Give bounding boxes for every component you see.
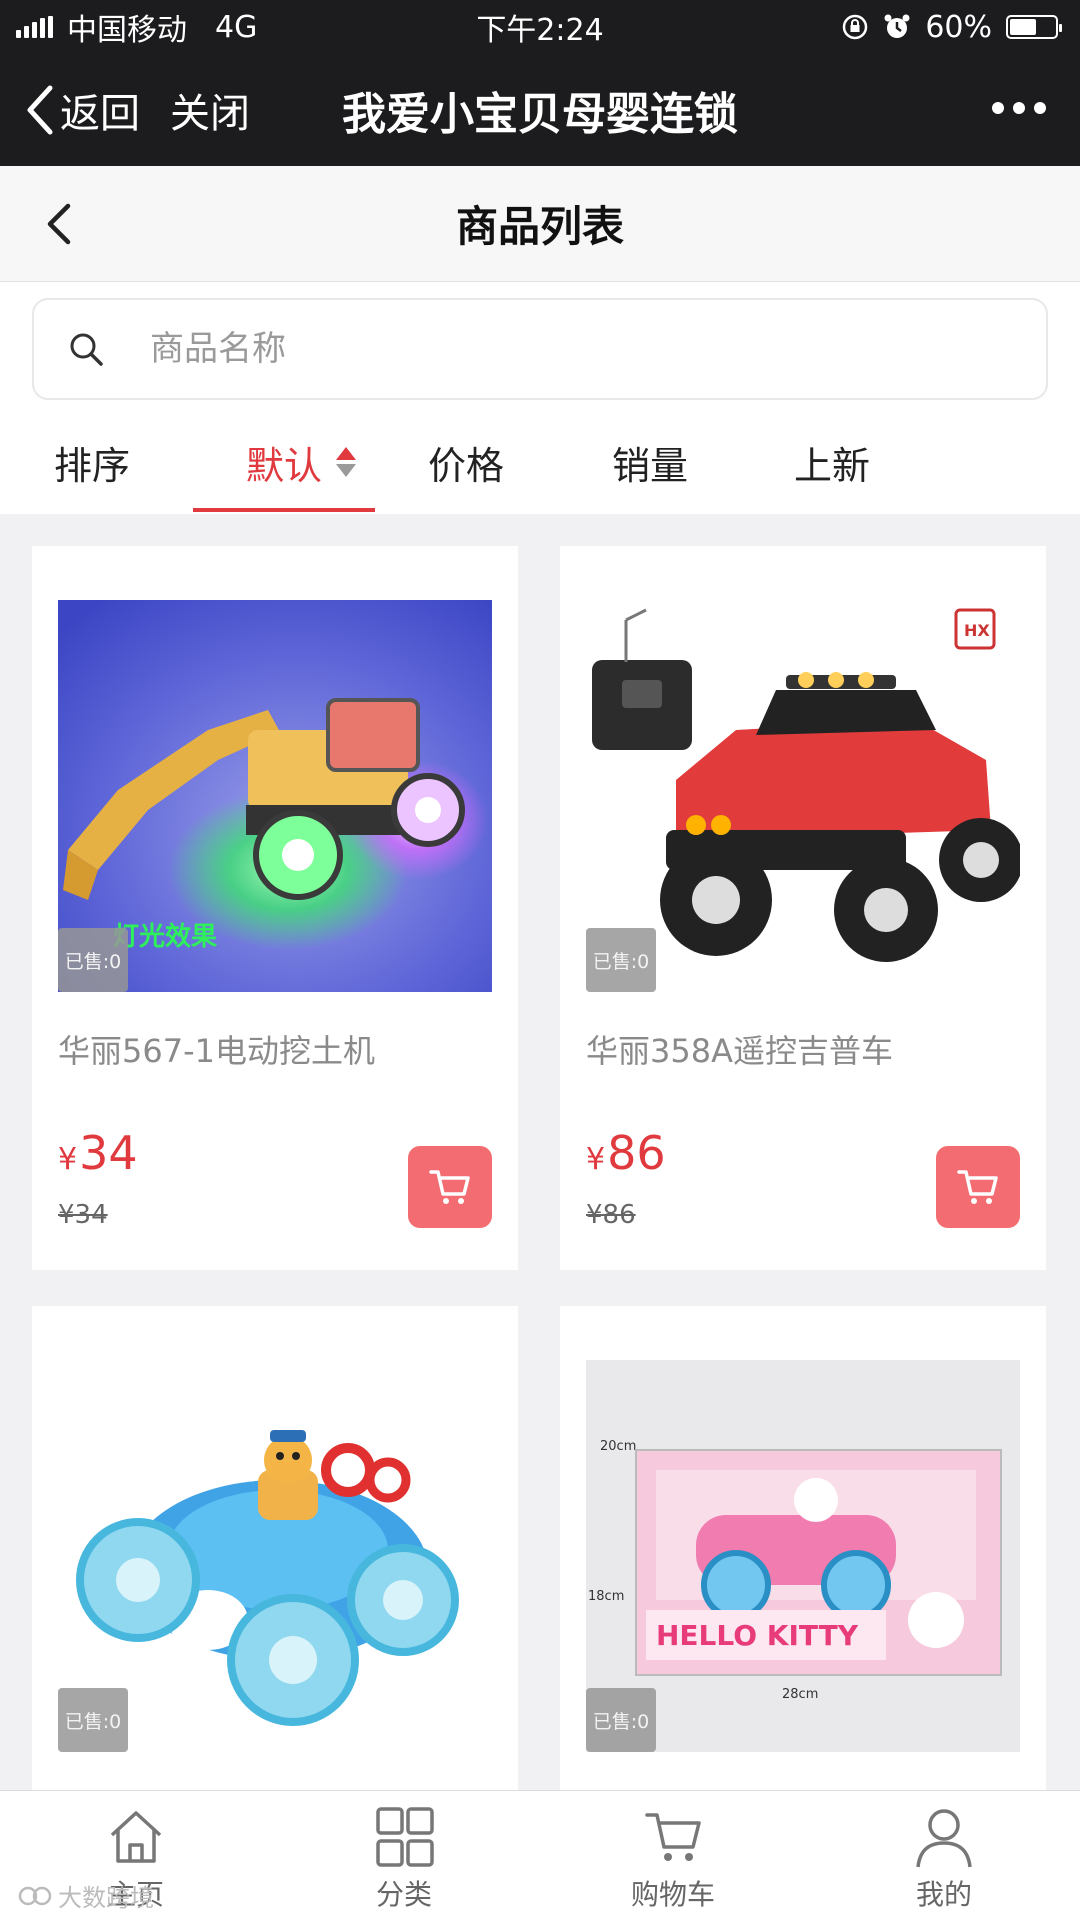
original-price: ¥34: [58, 1200, 108, 1230]
status-bar-right: 60%: [841, 9, 1062, 45]
sort-option-price[interactable]: 价格: [428, 410, 504, 514]
search-input[interactable]: [150, 329, 950, 369]
wechat-close-button[interactable]: 关闭: [170, 81, 250, 139]
sold-count-badge: 已售:0: [58, 928, 128, 992]
product-card[interactable]: HX 已售:0 华丽358A遥控吉普车 ¥ 86 ¥86: [560, 546, 1046, 1270]
battery-icon: [1006, 15, 1062, 39]
sort-option-new[interactable]: 上新: [794, 410, 870, 514]
price-currency: ¥: [586, 1142, 606, 1177]
sold-count-badge: 已售:0: [58, 1688, 128, 1752]
tab-label: 购物车: [630, 1878, 715, 1911]
wechat-nav-bar: 返回 关闭 我爱小宝贝母婴连锁: [0, 54, 1080, 166]
wechat-page-title: 我爱小宝贝母婴连锁: [342, 89, 738, 140]
box-logo-text: HELLO KITTY: [656, 1619, 859, 1652]
sort-option-label: 默认: [246, 443, 323, 488]
product-image[interactable]: HX 已售:0: [586, 600, 1020, 992]
original-price: ¥86: [586, 1200, 636, 1230]
watermark: 大数跨境: [18, 1878, 154, 1913]
price-value: 86: [607, 1126, 666, 1180]
wechat-back-label: 返回: [60, 91, 140, 137]
image-caption: 灯光效果: [113, 921, 217, 952]
sort-direction-icon: [336, 447, 357, 477]
carrier-name: 中国移动: [67, 13, 187, 48]
tab-label: 分类: [375, 1878, 432, 1911]
sold-count-badge: 已售:0: [586, 1688, 656, 1752]
add-to-cart-button[interactable]: [408, 1146, 492, 1228]
product-card[interactable]: 20cm 18cm 28cm HELLO KITTY 已售:0: [560, 1306, 1046, 1790]
battery-fill: [1010, 19, 1037, 35]
product-card[interactable]: 灯光效果 已售:0 华丽567-1电动挖土机 ¥ 34 ¥34: [32, 546, 518, 1270]
signal-icon: [16, 16, 53, 38]
product-price: ¥ 34: [58, 1126, 138, 1180]
tab-profile[interactable]: 我的: [844, 1791, 1044, 1920]
grid-icon: [376, 1807, 434, 1867]
svg-text:HX: HX: [964, 621, 990, 640]
status-bar: 中国移动 4G 下午2:24 60%: [0, 0, 1080, 54]
network-type: 4G: [215, 9, 258, 45]
cart-icon: [957, 1170, 998, 1204]
watermark-text: 大数跨境: [58, 1884, 154, 1912]
product-name[interactable]: 华丽358A遥控吉普车: [586, 1026, 893, 1072]
filter-area: 排序 默认 价格 销量 上新: [0, 282, 1080, 514]
page-title: 商品列表: [455, 202, 624, 251]
user-icon: [916, 1809, 972, 1868]
price-value: 34: [79, 1126, 138, 1180]
product-image[interactable]: 20cm 18cm 28cm HELLO KITTY 已售:0: [586, 1360, 1020, 1752]
sort-option-sales[interactable]: 销量: [612, 410, 688, 514]
product-image[interactable]: 灯光效果 已售:0: [58, 600, 492, 992]
sort-label: 排序: [54, 443, 131, 488]
product-card[interactable]: 已售:0: [32, 1306, 518, 1790]
wechat-back-button[interactable]: 返回: [0, 81, 140, 139]
sort-active-underline: [193, 508, 375, 512]
tab-category[interactable]: 分类: [304, 1791, 504, 1920]
search-icon: [70, 333, 103, 366]
status-bar-left: 中国移动 4G: [16, 5, 257, 49]
cart-icon: [429, 1170, 470, 1204]
tab-label: 我的: [915, 1878, 972, 1911]
product-name[interactable]: 华丽567-1电动挖土机: [58, 1026, 375, 1072]
sort-bar: 排序 默认 价格 销量 上新: [0, 410, 1080, 514]
chevron-left-icon: [27, 85, 53, 135]
svg-text:20cm: 20cm: [600, 1439, 636, 1454]
orientation-lock-icon: [843, 14, 868, 40]
watermark-logo-icon: [18, 1886, 52, 1905]
battery-percent: 60%: [925, 9, 992, 45]
search-box[interactable]: [32, 298, 1048, 400]
price-currency: ¥: [58, 1142, 78, 1177]
add-to-cart-button[interactable]: [936, 1146, 1020, 1228]
page-header: 商品列表: [0, 166, 1080, 282]
alarm-icon: [884, 14, 910, 38]
svg-text:28cm: 28cm: [782, 1687, 818, 1702]
home-icon: [110, 1811, 162, 1863]
back-arrow-icon[interactable]: [40, 200, 80, 248]
sort-option-default[interactable]: 默认: [246, 410, 357, 514]
product-price: ¥ 86: [586, 1126, 666, 1180]
bottom-tab-bar: 主页 分类 购物车 我的: [0, 1790, 1080, 1920]
cart-icon: [645, 1813, 701, 1861]
tab-cart[interactable]: 购物车: [573, 1791, 773, 1920]
product-image[interactable]: 已售:0: [58, 1360, 492, 1752]
more-options-icon[interactable]: [992, 102, 1046, 114]
svg-text:18cm: 18cm: [588, 1589, 624, 1604]
sold-count-badge: 已售:0: [586, 928, 656, 992]
